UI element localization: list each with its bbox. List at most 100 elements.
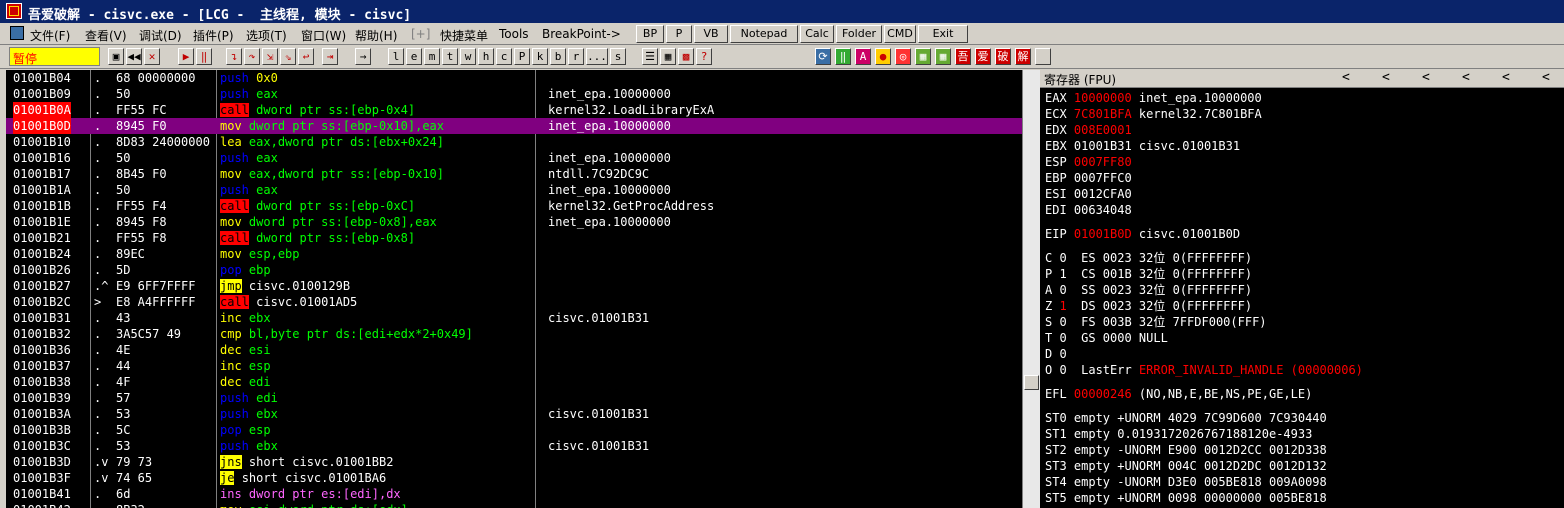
disasm-row[interactable]: 01001B16. 50 push eax inet_epa.10000000 <box>6 150 1022 166</box>
disasm-row[interactable]: 01001B1A. 50 push eax inet_epa.10000000 <box>6 182 1022 198</box>
fpu-row[interactable]: ST0 empty +UNORM 4029 7C99D600 7C930440 <box>1045 410 1327 426</box>
efl-row[interactable]: EFL 00000246 (NO,NB,E,BE,NS,PE,GE,LE) <box>1045 386 1312 402</box>
toolbar-letter-k[interactable]: k <box>532 48 548 65</box>
logo-po-icon[interactable]: 破 <box>995 48 1011 65</box>
chevron-left-icon[interactable]: < <box>1422 70 1430 85</box>
register-row[interactable]: EDX 008E0001 <box>1045 122 1132 138</box>
bp-button[interactable]: BP <box>636 25 664 43</box>
options-icon[interactable]: ▩ <box>678 48 694 65</box>
register-row[interactable]: EDI 00634048 <box>1045 202 1132 218</box>
notepad-button[interactable]: Notepad <box>730 25 798 43</box>
disasm-row[interactable]: 01001B2C > E8 A4FFFFFF call cisvc.01001AD5 <box>6 294 1022 310</box>
flag-row[interactable]: A 0 SS 0023 32位 0(FFFFFFFF) <box>1045 282 1252 298</box>
toolbar-letter-l[interactable]: l <box>388 48 404 65</box>
circle-icon[interactable]: ● <box>875 48 891 65</box>
toolbar-ellipsis[interactable]: ... <box>586 48 608 65</box>
fpu-row[interactable]: ST3 empty +UNORM 004C 0012D2DC 0012D132 <box>1045 458 1327 474</box>
registers-pane[interactable]: 寄存器 (FPU) < < < < < < EAX 10000000 inet_… <box>1040 70 1564 508</box>
blank-tool-icon[interactable] <box>1035 48 1051 65</box>
toolbar-letter-s[interactable]: s <box>610 48 626 65</box>
open-icon[interactable]: ▣ <box>108 48 124 65</box>
toolbar-letter-p[interactable]: P <box>514 48 530 65</box>
disasm-row[interactable]: 01001B24. 89EC mov esp,ebp <box>6 246 1022 262</box>
register-row[interactable]: ESP 0007FF80 <box>1045 154 1132 170</box>
menu-breakpoint[interactable]: BreakPoint-> <box>542 27 621 41</box>
run-icon[interactable]: ▶ <box>178 48 194 65</box>
chevron-left-icon[interactable]: < <box>1382 70 1390 85</box>
eip-row[interactable]: EIP 01001B0D cisvc.01001B0D <box>1045 226 1240 242</box>
menu-file[interactable]: 文件(F) <box>30 27 70 44</box>
disasm-row[interactable]: 01001B37. 44 inc esp <box>6 358 1022 374</box>
disasm-row[interactable]: 01001B39. 57 push edi <box>6 390 1022 406</box>
register-row[interactable]: EBX 01001B31 cisvc.01001B31 <box>1045 138 1240 154</box>
disasm-row[interactable]: 01001B26. 5D pop ebp <box>6 262 1022 278</box>
disasm-row[interactable]: 01001B09. 50 push eax inet_epa.10000000 <box>6 86 1022 102</box>
handles-icon[interactable]: ▦ <box>660 48 676 65</box>
refresh-icon[interactable]: ⟳ <box>815 48 831 65</box>
logo-jie-icon[interactable]: 解 <box>1015 48 1031 65</box>
menu-options[interactable]: 选项(T) <box>246 27 287 44</box>
disasm-row[interactable]: 01001B3A. 53 push ebx cisvc.01001B31 <box>6 406 1022 422</box>
disasm-row[interactable]: 01001B42. 8B32 mov esi,dword ptr ds:[edx] <box>6 502 1022 508</box>
chevron-left-icon[interactable]: < <box>1462 70 1470 85</box>
scroll-thumb[interactable] <box>1024 375 1039 390</box>
disassembly-pane[interactable]: 01001B04. 68 00000000 push 0x0 01001B09. 50 p… <box>6 70 1022 508</box>
register-row[interactable]: EBP 0007FFC0 <box>1045 170 1132 186</box>
disasm-row[interactable]: 01001B3F .v 74 65 je short cisvc.01001BA6 <box>6 470 1022 486</box>
toolbar-letter-m[interactable]: m <box>424 48 440 65</box>
step-over-icon[interactable]: ↷ <box>244 48 260 65</box>
logo-wu-icon[interactable]: 吾 <box>955 48 971 65</box>
go-to-icon[interactable]: ⇥ <box>322 48 338 65</box>
pause-icon[interactable]: ‖ <box>196 48 212 65</box>
grid-icon[interactable]: ▦ <box>915 48 931 65</box>
fpu-row[interactable]: ST5 empty +UNORM 0098 00000000 005BE818 <box>1045 490 1327 506</box>
disasm-row[interactable]: 01001B38. 4F dec edi <box>6 374 1022 390</box>
goto-address-icon[interactable]: → <box>355 48 371 65</box>
fpu-row[interactable]: ST4 empty -UNORM D3E0 005BE818 009A0098 <box>1045 474 1327 490</box>
flag-row[interactable]: S 0 FS 003B 32位 7FFDF000(FFF) <box>1045 314 1267 330</box>
disasm-row[interactable]: 01001B0A. FF55 FC call dword ptr ss:[ebp-0… <box>6 102 1022 118</box>
chevron-left-icon[interactable]: < <box>1542 70 1550 85</box>
vb-button[interactable]: VB <box>694 25 728 43</box>
folder-button[interactable]: Folder <box>836 25 882 43</box>
disasm-row[interactable]: 01001B31. 43 inc ebx cisvc.01001B31 <box>6 310 1022 326</box>
restart-icon[interactable]: ◀◀ <box>126 48 142 65</box>
step-into-icon[interactable]: ↴ <box>226 48 242 65</box>
disasm-row[interactable]: 01001B27 .^ E9 6FF7FFFF jmp cisvc.0100129B <box>6 278 1022 294</box>
disasm-row[interactable]: 01001B10. 8D83 24000000 lea eax,dword ptr … <box>6 134 1022 150</box>
disasm-row[interactable]: 01001B0D. 8945 F0 mov dword ptr ss:[ebp-0x… <box>6 118 1022 134</box>
toolbar-letter-b[interactable]: b <box>550 48 566 65</box>
flag-row[interactable]: O 0 LastErr ERROR_INVALID_HANDLE (000000… <box>1045 362 1363 378</box>
menu-shortcut[interactable]: 快捷菜单 <box>440 27 488 44</box>
toolbar-letter-e[interactable]: e <box>406 48 422 65</box>
pause-green-icon[interactable]: ‖ <box>835 48 851 65</box>
disasm-row[interactable]: 01001B41. 6d ins dword ptr es:[edi],dx <box>6 486 1022 502</box>
chevron-left-icon[interactable]: < <box>1502 70 1510 85</box>
register-row[interactable]: ECX 7C801BFA kernel32.7C801BFA <box>1045 106 1262 122</box>
windows-list-icon[interactable]: ☰ <box>642 48 658 65</box>
menu-help[interactable]: 帮助(H) <box>355 27 397 44</box>
trace-over-icon[interactable]: ⇘ <box>280 48 296 65</box>
close-icon[interactable]: ✕ <box>144 48 160 65</box>
disasm-row[interactable]: 01001B36. 4E dec esi <box>6 342 1022 358</box>
target-icon[interactable]: ◎ <box>895 48 911 65</box>
flag-row[interactable]: T 0 GS 0000 NULL <box>1045 330 1168 346</box>
flag-row[interactable]: D 0 <box>1045 346 1081 362</box>
disasm-row[interactable]: 01001B32. 3A5C57 49 cmp bl,byte ptr ds:[ed… <box>6 326 1022 342</box>
p-button[interactable]: P <box>666 25 692 43</box>
fpu-row[interactable]: ST2 empty -UNORM E900 0012D2CC 0012D338 <box>1045 442 1327 458</box>
calc-button[interactable]: Calc <box>800 25 834 43</box>
menu-tools[interactable]: Tools <box>499 27 529 41</box>
disasm-row[interactable]: 01001B21. FF55 F8 call dword ptr ss:[ebp-0… <box>6 230 1022 246</box>
menu-plus[interactable]: [+] <box>411 27 430 41</box>
disassembly-scrollbar[interactable] <box>1022 70 1040 508</box>
menu-view[interactable]: 查看(V) <box>85 27 127 44</box>
menu-debug[interactable]: 调试(D) <box>139 27 182 44</box>
disasm-row[interactable]: 01001B04. 68 00000000 push 0x0 <box>6 70 1022 86</box>
toolbar-letter-h[interactable]: h <box>478 48 494 65</box>
chevron-left-icon[interactable]: < <box>1342 70 1350 85</box>
disasm-row[interactable]: 01001B1B. FF55 F4 call dword ptr ss:[ebp-0… <box>6 198 1022 214</box>
trace-into-icon[interactable]: ⇲ <box>262 48 278 65</box>
register-row[interactable]: ESI 0012CFA0 <box>1045 186 1132 202</box>
flag-row[interactable]: C 0 ES 0023 32位 0(FFFFFFFF) <box>1045 250 1252 266</box>
